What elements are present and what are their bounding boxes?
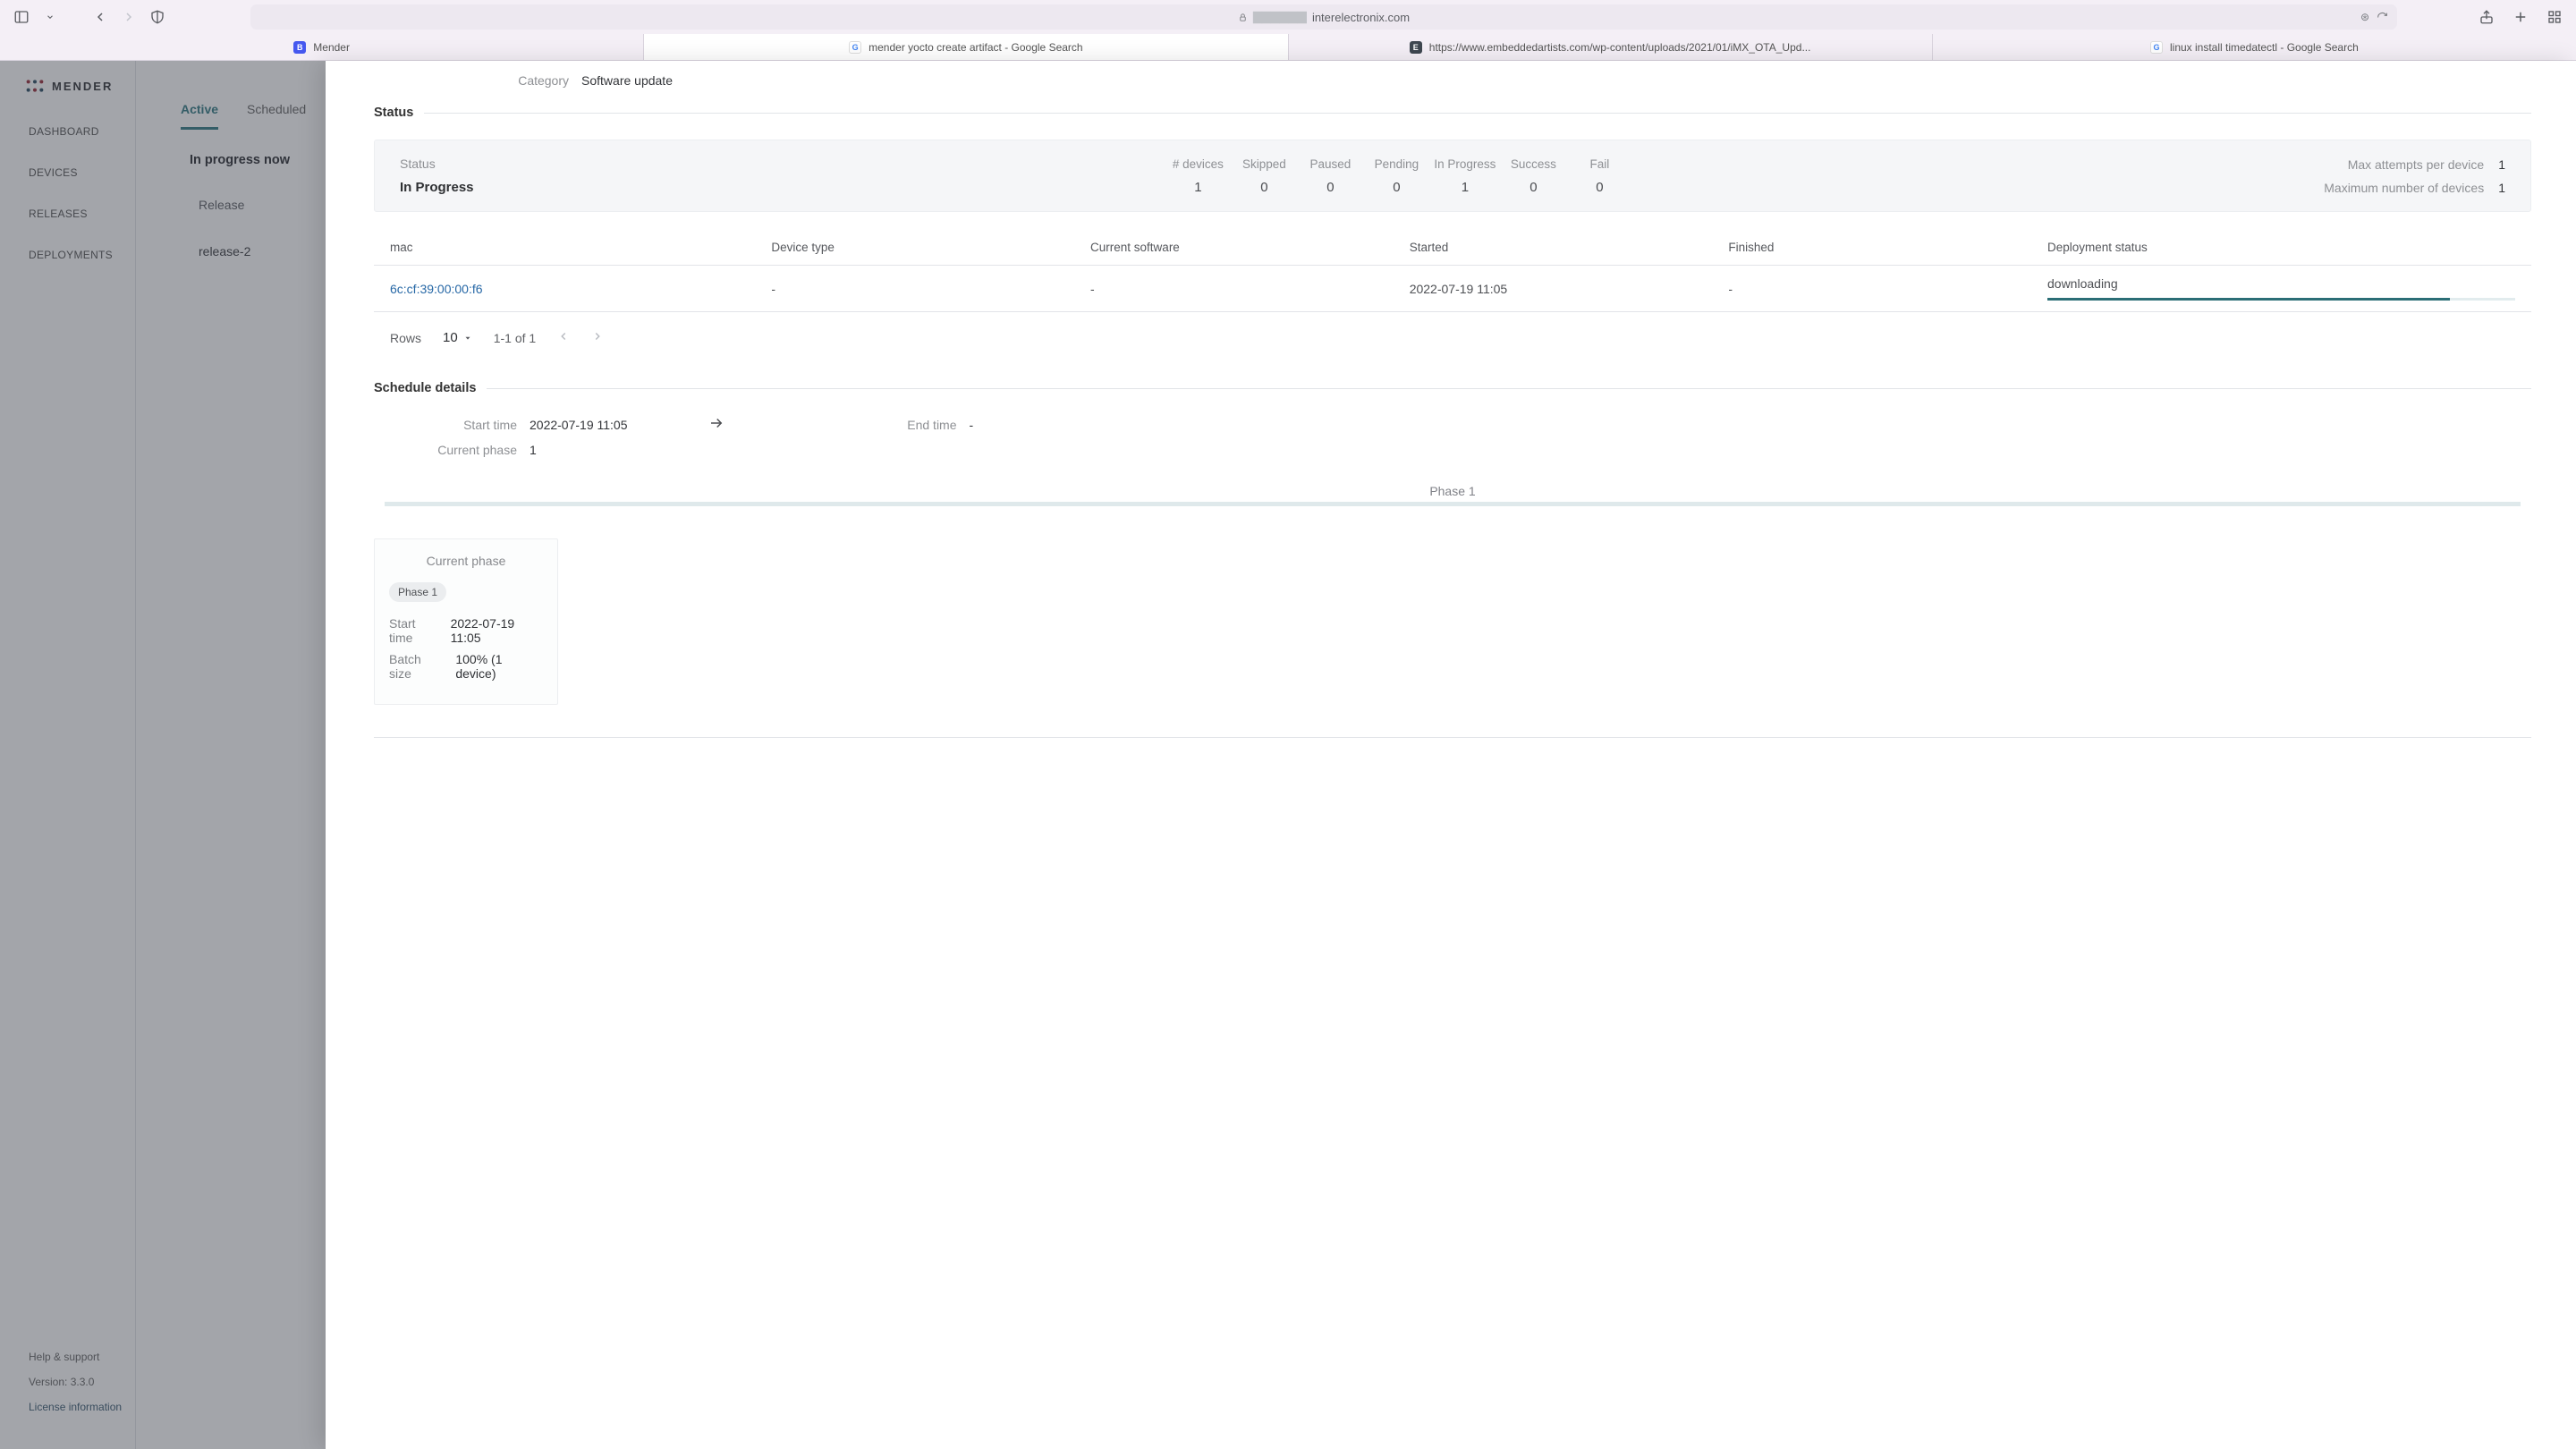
shield-icon[interactable] (147, 6, 168, 28)
phase-timeline-label: Phase 1 (385, 484, 2521, 498)
max-devices-label: Maximum number of devices (2324, 181, 2484, 195)
rows-value: 10 (443, 330, 458, 345)
favicon-icon: G (2150, 41, 2163, 54)
status-summary: Status In Progress # devices 1 Skipped 0 P… (374, 140, 2531, 212)
rows-range: 1-1 of 1 (494, 331, 536, 345)
stat-val: 0 (1368, 180, 1425, 195)
next-page-icon[interactable] (591, 330, 604, 345)
sidebar-toggle-icon[interactable] (11, 6, 32, 28)
phase-timeline: Phase 1 (385, 484, 2521, 506)
cell-device-type: - (771, 282, 1083, 296)
phase-batch-value: 100% (1 device) (455, 652, 543, 681)
stat-val: 1 (1169, 180, 1226, 195)
stat-head: # devices (1169, 157, 1226, 171)
end-time-value: - (970, 418, 974, 432)
arrow-right-icon (708, 415, 724, 434)
stat-head: In Progress (1434, 157, 1496, 171)
devices-table: mac Device type Current software Started… (374, 230, 2531, 312)
phase-pill: Phase 1 (389, 582, 446, 602)
tab-overview-icon[interactable] (2544, 6, 2565, 28)
cell-mac[interactable]: 6c:cf:39:00:00:f6 (390, 282, 764, 296)
refresh-icon[interactable] (2377, 12, 2388, 23)
nav-back-icon[interactable] (89, 6, 111, 28)
browser-tab[interactable]: B Mender (0, 34, 644, 60)
status-section-head: Status (374, 106, 2531, 120)
category-row: Category Software update (442, 73, 701, 88)
stat-val: 0 (1571, 180, 1628, 195)
category-label: Category (470, 73, 569, 88)
status-text: downloading (2047, 276, 2515, 291)
pagination: Rows 10 1-1 of 1 (374, 312, 2531, 363)
phase-start-label: Start time (389, 616, 440, 645)
end-time-label: End time (859, 418, 957, 432)
progress-fill (2047, 298, 2450, 301)
stat-head: Skipped (1235, 157, 1292, 171)
favicon-icon: G (849, 41, 861, 54)
stat-val: 0 (1235, 180, 1292, 195)
max-devices-value: 1 (2498, 181, 2505, 195)
cell-current-software: - (1090, 282, 1402, 296)
section-title: Schedule details (374, 381, 476, 395)
deployment-detail-panel: Category Software update Status Status I… (326, 61, 2576, 1449)
phase-card: Current phase Phase 1 Start time 2022-07-… (374, 538, 558, 705)
current-phase-label: Current phase (419, 443, 517, 457)
favicon-icon: B (293, 41, 306, 54)
stat-head: Success (1504, 157, 1562, 171)
browser-tab[interactable]: G linux install timedatectl - Google Sea… (1933, 34, 2576, 60)
stat-head: Pending (1368, 157, 1425, 171)
lock-icon (1238, 13, 1248, 22)
chevron-down-icon (463, 334, 472, 343)
url-domain: interelectronix.com (1312, 11, 1410, 24)
status-label: Status (400, 157, 474, 171)
phase-start-value: 2022-07-19 11:05 (451, 616, 543, 645)
stat-val: 1 (1434, 180, 1496, 195)
phase-card-title: Current phase (389, 554, 543, 568)
th-current-software[interactable]: Current software (1090, 241, 1402, 254)
current-phase-value: 1 (530, 443, 537, 457)
nav-forward-icon (118, 6, 140, 28)
address-bar[interactable]: ▇▇▇▇▇▇ interelectronix.com ⊛ (250, 4, 2397, 30)
cell-finished: - (1728, 282, 2040, 296)
stat-val: 0 (1301, 180, 1359, 195)
status-value: In Progress (400, 180, 474, 195)
th-deployment-status[interactable]: Deployment status (2047, 241, 2515, 254)
browser-tabs: B Mender G mender yocto create artifact … (0, 34, 2576, 61)
browser-tab[interactable]: G mender yocto create artifact - Google … (644, 34, 1288, 60)
tab-label: mender yocto create artifact - Google Se… (869, 41, 1082, 54)
stat-val: 0 (1504, 180, 1562, 195)
prev-page-icon[interactable] (557, 330, 570, 345)
share-icon[interactable] (2476, 6, 2497, 28)
divider (374, 737, 2531, 738)
start-time-value: 2022-07-19 11:05 (530, 418, 628, 432)
stat-head: Paused (1301, 157, 1359, 171)
section-title: Status (374, 106, 413, 120)
max-attempts-value: 1 (2498, 157, 2505, 172)
th-started[interactable]: Started (1410, 241, 1722, 254)
cell-started: 2022-07-19 11:05 (1410, 282, 1722, 296)
schedule-section-head: Schedule details (374, 381, 2531, 395)
tab-label: linux install timedatectl - Google Searc… (2170, 41, 2359, 54)
rows-select[interactable]: 10 (443, 330, 472, 345)
browser-tab[interactable]: E https://www.embeddedartists.com/wp-con… (1289, 34, 1933, 60)
th-device-type[interactable]: Device type (771, 241, 1083, 254)
cell-status: downloading (2047, 276, 2515, 301)
th-finished[interactable]: Finished (1728, 241, 2040, 254)
favicon-icon: E (1410, 41, 1422, 54)
max-attempts-label: Max attempts per device (2348, 157, 2485, 172)
th-mac[interactable]: mac (390, 241, 764, 254)
phase-batch-label: Batch size (389, 652, 445, 681)
stat-head: Fail (1571, 157, 1628, 171)
translate-icon[interactable]: ⊛ (2360, 11, 2369, 23)
rows-label: Rows (390, 331, 421, 345)
tab-label: Mender (313, 41, 350, 54)
start-time-label: Start time (419, 418, 517, 432)
table-row[interactable]: 6c:cf:39:00:00:f6 - - 2022-07-19 11:05 -… (374, 266, 2531, 312)
chevron-down-icon[interactable] (39, 6, 61, 28)
category-value: Software update (581, 73, 673, 88)
browser-chrome: ▇▇▇▇▇▇ interelectronix.com ⊛ (0, 0, 2576, 34)
progress-bar (2047, 298, 2515, 301)
plus-icon[interactable] (2510, 6, 2531, 28)
tab-label: https://www.embeddedartists.com/wp-conte… (1429, 41, 1811, 54)
